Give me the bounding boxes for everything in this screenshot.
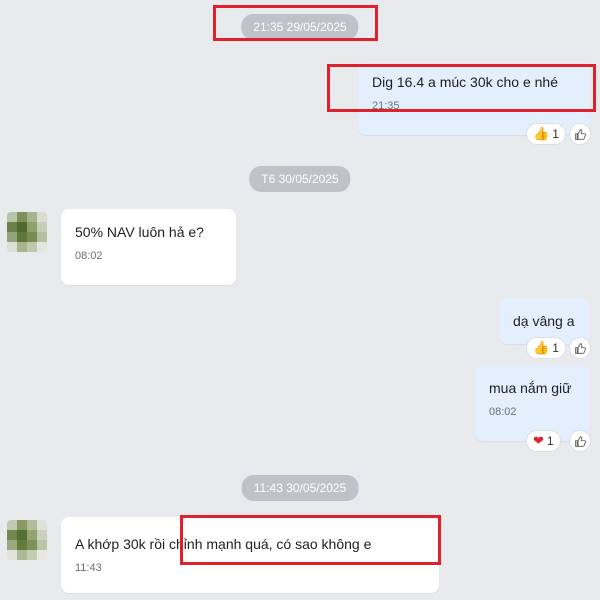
message-text: mua nắm giữ (489, 380, 572, 396)
add-reaction-button[interactable] (569, 337, 591, 359)
message-text: Dig 16.4 a múc 30k cho e nhé (372, 74, 559, 90)
message-text: dạ vâng a (513, 313, 575, 329)
reaction-badge[interactable]: ❤ 1 (526, 430, 561, 452)
timestamp-divider: 11:43 30/05/2025 (241, 475, 359, 501)
message-bubble-incoming[interactable]: A khớp 30k rồi chỉnh mạnh quá, có sao kh… (61, 517, 439, 593)
message-time: 08:02 (75, 250, 103, 263)
like-outline-icon (574, 342, 586, 354)
reaction-count: 1 (552, 127, 559, 141)
reaction-count: 1 (546, 434, 554, 448)
add-reaction-button[interactable] (569, 123, 591, 145)
avatar[interactable] (7, 520, 47, 560)
add-reaction-button[interactable] (569, 430, 591, 452)
message-bubble-incoming[interactable]: 50% NAV luôn hả e? 08:02 (61, 209, 236, 285)
heart-icon: ❤ (533, 433, 544, 448)
timestamp-divider: 21:35 29/05/2025 (241, 14, 359, 40)
thumbs-up-icon: 👍 (533, 340, 550, 355)
message-text: 50% NAV luôn hả e? (75, 224, 204, 240)
reaction-count: 1 (552, 341, 559, 355)
message-time: 21:35 (372, 100, 400, 113)
like-outline-icon (574, 128, 586, 140)
timestamp-divider: T6 30/05/2025 (249, 166, 351, 192)
message-text: A khớp 30k rồi chỉnh mạnh quá, có sao kh… (75, 536, 372, 552)
avatar[interactable] (7, 212, 47, 252)
reaction-badge[interactable]: 👍 1 (526, 123, 566, 145)
like-outline-icon (574, 435, 586, 447)
thumbs-up-icon: 👍 (533, 126, 550, 141)
message-time: 11:43 (75, 562, 102, 575)
message-time: 08:02 (489, 406, 517, 419)
reaction-badge[interactable]: 👍 1 (526, 337, 566, 359)
